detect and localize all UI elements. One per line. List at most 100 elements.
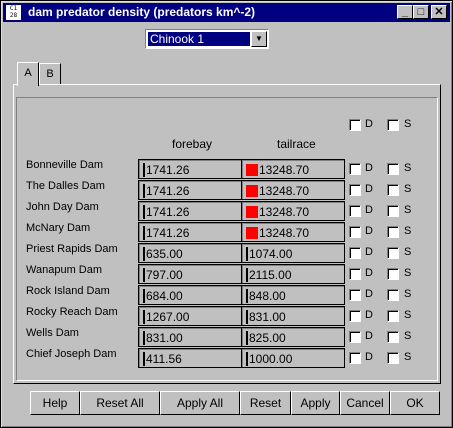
- forebay-value[interactable]: 684.00: [138, 285, 242, 305]
- dialog-window: C1 28 dam predator density (predators km…: [0, 0, 453, 428]
- row-checkbox-d[interactable]: [349, 268, 361, 280]
- row-checkbox-d[interactable]: [349, 247, 361, 259]
- apply-button[interactable]: Apply: [291, 391, 340, 415]
- window-title: dam predator density (predators km^-2): [28, 5, 256, 19]
- row-checkbox-s[interactable]: [387, 184, 399, 196]
- tailrace-value[interactable]: 1000.00: [241, 348, 345, 368]
- text-cursor-icon: [143, 330, 145, 345]
- apply-all-button[interactable]: Apply All: [160, 391, 240, 415]
- row-checkbox-s[interactable]: [387, 331, 399, 343]
- tailrace-value[interactable]: 1074.00: [241, 243, 345, 263]
- tab-b[interactable]: B: [39, 63, 61, 85]
- text-cursor-icon: [143, 267, 145, 282]
- row-checkbox-d-label: D: [365, 204, 373, 216]
- dam-name: John Day Dam: [26, 201, 99, 213]
- text-cursor-icon: [246, 288, 248, 303]
- column-header-tailrace: tailrace: [277, 137, 316, 151]
- text-cursor-icon: [246, 309, 248, 324]
- row-checkbox-s[interactable]: [387, 268, 399, 280]
- tailrace-value[interactable]: 13248.70: [241, 222, 345, 242]
- title-bar[interactable]: C1 28 dam predator density (predators km…: [3, 3, 450, 22]
- row-checkbox-d-label: D: [365, 225, 373, 237]
- tab-a[interactable]: A: [17, 62, 39, 86]
- row-checkbox-d[interactable]: [349, 331, 361, 343]
- row-checkbox-d[interactable]: [349, 205, 361, 217]
- row-checkbox-s-label: S: [404, 309, 412, 321]
- row-checkbox-s[interactable]: [387, 310, 399, 322]
- row-checkbox-d[interactable]: [349, 184, 361, 196]
- app-icon: C1 28: [6, 5, 21, 20]
- row-checkbox-d-label: D: [365, 309, 373, 321]
- dam-name: Rocky Reach Dam: [26, 306, 118, 318]
- text-cursor-icon: [143, 204, 145, 219]
- row-checkbox-d[interactable]: [349, 310, 361, 322]
- help-button[interactable]: Help: [30, 391, 80, 415]
- forebay-value[interactable]: 411.56: [138, 348, 242, 368]
- column-header-forebay: forebay: [172, 137, 213, 151]
- tailrace-value[interactable]: 13248.70: [241, 201, 345, 221]
- cancel-button[interactable]: Cancel: [340, 391, 390, 415]
- forebay-value[interactable]: 635.00: [138, 243, 242, 263]
- row-checkbox-s-label: S: [404, 288, 412, 300]
- row-checkbox-s[interactable]: [387, 289, 399, 301]
- row-checkbox-d[interactable]: [349, 226, 361, 238]
- row-checkbox-s-label: S: [404, 351, 412, 363]
- row-checkbox-s[interactable]: [387, 352, 399, 364]
- tailrace-value[interactable]: 13248.70: [241, 159, 345, 179]
- reset-all-button[interactable]: Reset All: [80, 391, 160, 415]
- row-checkbox-d[interactable]: [349, 289, 361, 301]
- row-checkbox-s-label: S: [404, 330, 412, 342]
- checkbox-d-all[interactable]: [349, 119, 361, 131]
- forebay-value[interactable]: 1741.26: [138, 222, 242, 242]
- row-checkbox-d[interactable]: [349, 352, 361, 364]
- row-checkbox-s[interactable]: [387, 163, 399, 175]
- chevron-down-icon[interactable]: ▼: [251, 31, 267, 47]
- maximize-button[interactable]: □: [413, 5, 429, 19]
- row-checkbox-s[interactable]: [387, 226, 399, 238]
- dam-name: Wanapum Dam: [26, 264, 103, 276]
- row-checkbox-s-label: S: [404, 225, 412, 237]
- dam-name: Wells Dam: [26, 327, 79, 339]
- row-checkbox-d-label: D: [365, 288, 373, 300]
- dam-name: Chief Joseph Dam: [26, 348, 117, 360]
- reset-button[interactable]: Reset: [240, 391, 291, 415]
- tailrace-value[interactable]: 831.00: [241, 306, 345, 326]
- row-checkbox-s-label: S: [404, 162, 412, 174]
- dam-name: McNary Dam: [26, 222, 91, 234]
- forebay-value[interactable]: 797.00: [138, 264, 242, 284]
- forebay-value[interactable]: 1267.00: [138, 306, 242, 326]
- minimize-button[interactable]: _: [397, 5, 413, 19]
- tailrace-value[interactable]: 2115.00: [241, 264, 345, 284]
- tailrace-value[interactable]: 848.00: [241, 285, 345, 305]
- forebay-value[interactable]: 831.00: [138, 327, 242, 347]
- tailrace-value[interactable]: 825.00: [241, 327, 345, 347]
- row-checkbox-s-label: S: [404, 204, 412, 216]
- ok-button[interactable]: OK: [390, 391, 440, 415]
- row-checkbox-d-label: D: [365, 162, 373, 174]
- row-checkbox-s[interactable]: [387, 247, 399, 259]
- row-checkbox-s-label: S: [404, 246, 412, 258]
- checkbox-s-all-label: S: [404, 118, 412, 130]
- close-button[interactable]: ✕: [431, 5, 447, 19]
- tailrace-value[interactable]: 13248.70: [241, 180, 345, 200]
- forebay-value[interactable]: 1741.26: [138, 201, 242, 221]
- row-checkbox-d-label: D: [365, 267, 373, 279]
- row-checkbox-s-label: S: [404, 183, 412, 195]
- text-cursor-icon: [246, 267, 248, 282]
- text-cursor-icon: [143, 162, 145, 177]
- row-checkbox-s[interactable]: [387, 205, 399, 217]
- row-checkbox-d-label: D: [365, 351, 373, 363]
- red-flag-icon: [246, 205, 258, 218]
- text-cursor-icon: [143, 225, 145, 240]
- forebay-value[interactable]: 1741.26: [138, 159, 242, 179]
- forebay-value[interactable]: 1741.26: [138, 180, 242, 200]
- row-checkbox-d[interactable]: [349, 163, 361, 175]
- checkbox-d-all-label: D: [365, 118, 373, 130]
- species-select[interactable]: Chinook 1 ▼: [145, 29, 269, 49]
- row-checkbox-s-label: S: [404, 267, 412, 279]
- species-select-value: Chinook 1: [148, 32, 250, 46]
- checkbox-s-all[interactable]: [387, 119, 399, 131]
- text-cursor-icon: [143, 288, 145, 303]
- row-checkbox-d-label: D: [365, 246, 373, 258]
- dam-name: Rock Island Dam: [26, 285, 110, 297]
